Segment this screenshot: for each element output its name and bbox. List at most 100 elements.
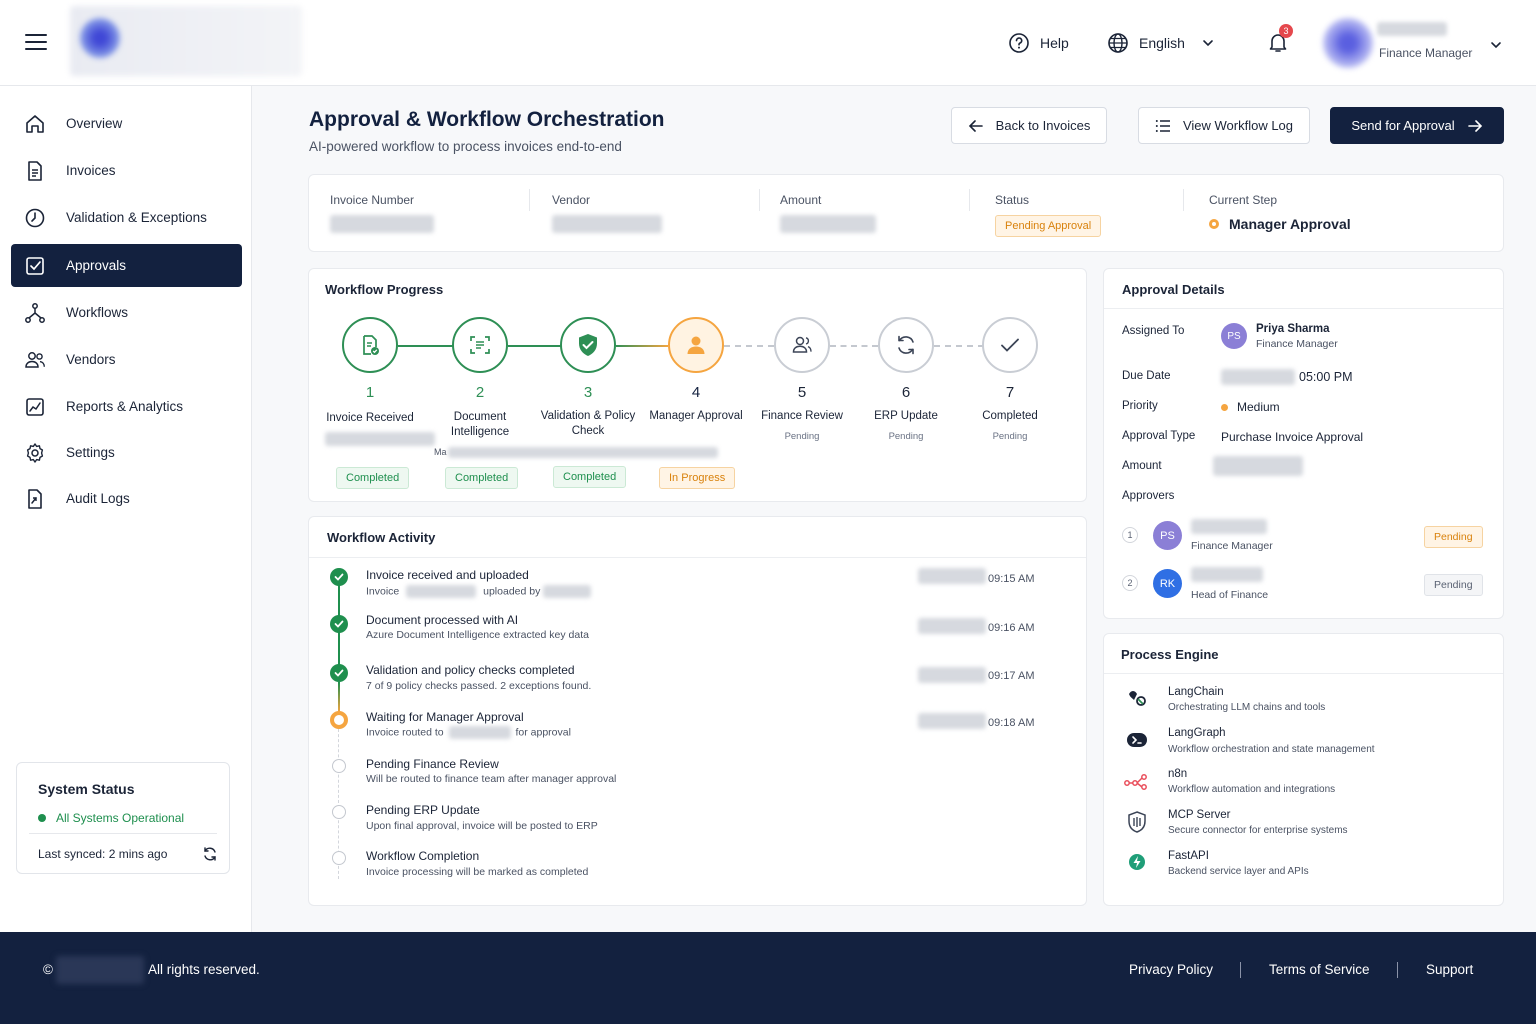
- step-connector: [398, 345, 454, 347]
- activity-complete-icon: [330, 568, 348, 586]
- status-field: Status Pending Approval: [995, 193, 1102, 237]
- activity-desc-part: for approval: [515, 726, 571, 739]
- step-2-detail-redacted: [448, 447, 718, 458]
- sidebar-item-invoices[interactable]: Invoices: [11, 149, 242, 192]
- language-label: English: [1139, 35, 1185, 51]
- approval-type-value: Purchase Invoice Approval: [1221, 430, 1364, 444]
- system-status-title: System Status: [38, 781, 135, 797]
- step-connector: [934, 345, 984, 347]
- assignee-role: Finance Manager: [1256, 338, 1338, 350]
- divider: [1240, 962, 1241, 978]
- approver-1-order: 1: [1122, 527, 1138, 543]
- divider: [29, 833, 217, 834]
- sidebar-item-overview[interactable]: Overview: [11, 102, 242, 145]
- user-icon: [684, 333, 708, 357]
- step-2-circle[interactable]: [452, 317, 508, 373]
- amount-field: Amount: [780, 193, 876, 233]
- avatar: PS: [1221, 323, 1247, 349]
- sidebar-item-audit-logs[interactable]: Audit Logs: [11, 477, 242, 520]
- due-date: 05:00 PM: [1221, 369, 1353, 385]
- assignee: PS Priya Sharma Finance Manager: [1221, 323, 1338, 350]
- step-1-number: 1: [365, 384, 375, 401]
- activity-pending-icon: [332, 759, 346, 773]
- amount-redacted: [780, 215, 876, 233]
- n8n-icon: [1124, 768, 1150, 794]
- support-link[interactable]: Support: [1426, 962, 1473, 977]
- approver-redacted: [448, 726, 511, 739]
- workflow-icon: [24, 302, 46, 324]
- refresh-icon[interactable]: [202, 846, 218, 862]
- step-7-label: Completed: [982, 410, 1038, 422]
- timeline-line: [338, 632, 340, 666]
- step-6-label: ERP Update: [874, 410, 938, 422]
- sidebar-item-reports[interactable]: Reports & Analytics: [11, 385, 242, 428]
- status-badge: Pending Approval: [995, 215, 1102, 237]
- status-dot-icon: [38, 814, 46, 822]
- activity-description: Invoice uploaded by: [366, 585, 592, 598]
- engine-name: FastAPI: [1168, 850, 1209, 862]
- step-connector: [616, 345, 668, 347]
- approver-2-order: 2: [1122, 575, 1138, 591]
- avatar: PS: [1153, 521, 1182, 550]
- step-5-circle[interactable]: [774, 317, 830, 373]
- privacy-policy-link[interactable]: Privacy Policy: [1129, 962, 1213, 977]
- sidebar-item-label: Approvals: [66, 258, 127, 273]
- clock-alert-icon: [24, 207, 46, 229]
- step-7-status: Pending: [992, 431, 1028, 442]
- help-link[interactable]: Help: [1008, 32, 1069, 54]
- chart-icon: [24, 396, 46, 418]
- activity-desc-part: Invoice: [366, 585, 400, 598]
- step-1-circle[interactable]: [342, 317, 398, 373]
- sidebar-item-settings[interactable]: Settings: [11, 431, 242, 474]
- step-1-label: Invoice Received: [326, 412, 414, 424]
- approvers-label: Approvers: [1122, 490, 1175, 502]
- sidebar-item-approvals[interactable]: Approvals: [11, 244, 242, 287]
- step-5-number: 5: [797, 384, 807, 401]
- engine-name: LangGraph: [1168, 727, 1226, 739]
- step-3-number: 3: [583, 384, 593, 401]
- step-connector: [508, 345, 562, 347]
- current-step-label: Current Step: [1209, 193, 1278, 207]
- step-3-label: Validation & Policy Check: [540, 410, 636, 437]
- last-synced-text: Last synced: 2 mins ago: [38, 847, 168, 861]
- hamburger-menu-icon[interactable]: [22, 30, 50, 54]
- activity-date-redacted: [918, 618, 986, 634]
- sidebar-item-vendors[interactable]: Vendors: [11, 338, 242, 381]
- step-7-circle[interactable]: [982, 317, 1038, 373]
- vendor-field: Vendor: [552, 193, 662, 233]
- step-3-circle[interactable]: [560, 317, 616, 373]
- sidebar-item-validation[interactable]: Validation & Exceptions: [11, 196, 242, 239]
- notifications-button[interactable]: 3: [1266, 24, 1293, 54]
- notification-count-badge: 3: [1279, 24, 1293, 38]
- help-circle-icon: [1008, 32, 1030, 54]
- user-menu[interactable]: Finance Manager: [1323, 12, 1513, 72]
- user-role: Finance Manager: [1379, 46, 1473, 60]
- approver-1-status-badge: Pending: [1424, 526, 1483, 548]
- view-workflow-log-button[interactable]: View Workflow Log: [1138, 107, 1310, 144]
- langgraph-icon: [1124, 727, 1150, 753]
- list-icon: [1155, 118, 1171, 134]
- terms-of-service-link[interactable]: Terms of Service: [1269, 962, 1370, 977]
- send-for-approval-button[interactable]: Send for Approval: [1330, 107, 1504, 144]
- activity-date-redacted: [918, 568, 986, 584]
- activity-in-progress-icon: [330, 711, 348, 729]
- arrow-right-icon: [1467, 118, 1483, 134]
- approver-2-name-redacted: [1191, 567, 1263, 582]
- sidebar-item-workflows[interactable]: Workflows: [11, 291, 242, 334]
- step-6-circle[interactable]: [878, 317, 934, 373]
- step-4-label: Manager Approval: [649, 410, 743, 422]
- activity-complete-icon: [330, 664, 348, 682]
- step-4-circle[interactable]: [668, 317, 724, 373]
- step-5-label: Finance Review: [761, 410, 843, 422]
- current-step-dot-icon: [1209, 219, 1219, 229]
- activity-pending-icon: [332, 805, 346, 819]
- engine-description: Backend service layer and APIs: [1168, 866, 1309, 877]
- engine-description: Orchestrating LLM chains and tools: [1168, 702, 1326, 713]
- system-status-text: All Systems Operational: [56, 811, 185, 825]
- language-selector[interactable]: English: [1107, 32, 1215, 54]
- copyright-symbol: ©: [43, 962, 53, 977]
- activity-time: 09:18 AM: [988, 717, 1035, 729]
- step-6-status: Pending: [888, 431, 924, 442]
- back-to-invoices-button[interactable]: Back to Invoices: [951, 107, 1107, 144]
- divider: [309, 557, 1086, 558]
